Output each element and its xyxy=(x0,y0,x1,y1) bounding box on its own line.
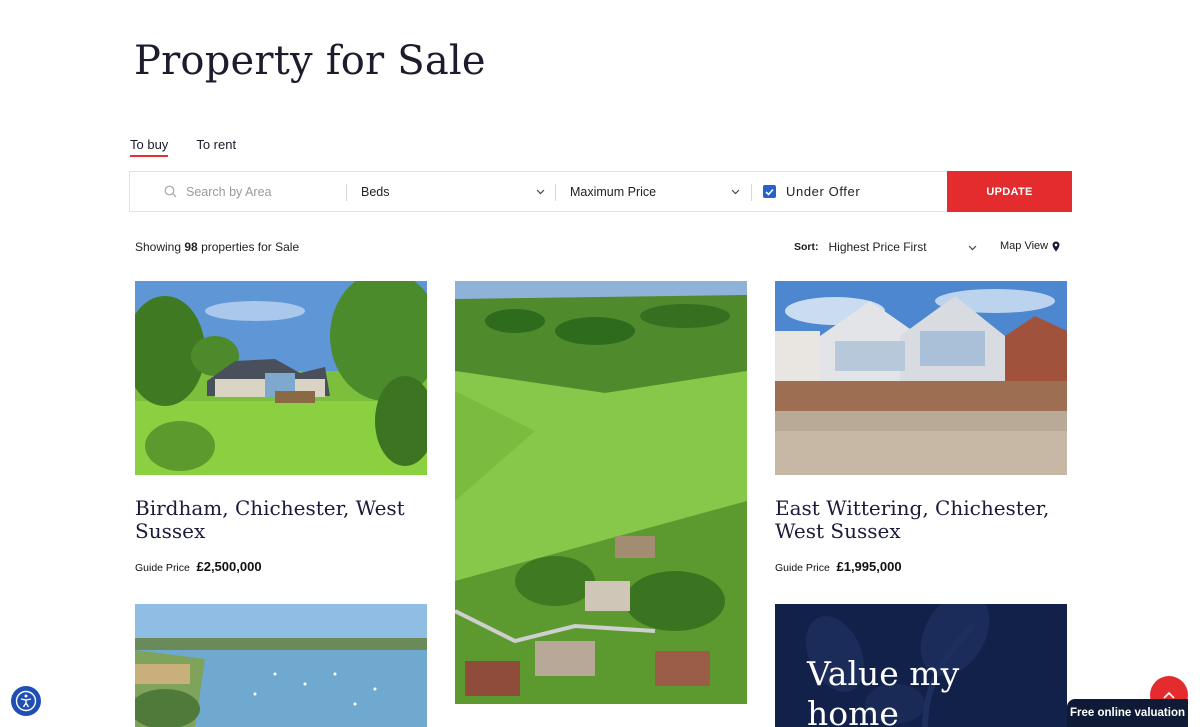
page-title: Property for Sale xyxy=(134,38,486,84)
max-price-select[interactable]: Maximum Price xyxy=(570,172,740,211)
results-number: 98 xyxy=(184,240,198,254)
price-label: Guide Price xyxy=(775,562,830,574)
chevron-down-icon xyxy=(968,245,976,251)
search-bar: Beds Maximum Price Under Offer UPDATE xyxy=(129,171,1072,212)
accessibility-button[interactable] xyxy=(11,686,41,716)
value-my-home-title: Value my home xyxy=(807,654,960,727)
price-value: £1,995,000 xyxy=(836,559,902,574)
listing-price: Guide Price £2,500,000 xyxy=(135,559,262,574)
under-offer-checkbox[interactable] xyxy=(763,185,776,198)
value-my-home-card[interactable]: Value my home xyxy=(775,604,1067,727)
listing-image-east-wittering[interactable] xyxy=(775,281,1067,475)
map-pin-icon xyxy=(1052,241,1060,251)
listing-title[interactable]: Birdham, Chichester, West Sussex xyxy=(135,497,425,543)
check-icon xyxy=(765,188,774,196)
house-photo xyxy=(135,281,427,475)
listing-title[interactable]: East Wittering, Chichester, West Sussex xyxy=(775,497,1065,543)
sort-control: Sort: Highest Price First xyxy=(794,240,977,254)
under-offer-toggle[interactable]: Under Offer xyxy=(763,172,860,211)
divider xyxy=(555,184,556,201)
chevron-down-icon xyxy=(536,189,545,194)
sort-label: Sort: xyxy=(794,241,819,253)
area-search xyxy=(164,172,344,211)
beds-select[interactable]: Beds xyxy=(361,172,545,211)
max-price-label: Maximum Price xyxy=(570,184,657,199)
divider xyxy=(346,184,347,201)
listing-price: Guide Price £1,995,000 xyxy=(775,559,902,574)
listing-image-birdham[interactable] xyxy=(135,281,427,475)
price-label: Guide Price xyxy=(135,562,190,574)
map-view-label: Map View xyxy=(1000,240,1049,252)
free-valuation-button[interactable]: Free online valuation xyxy=(1067,699,1188,727)
sort-select[interactable]: Highest Price First xyxy=(829,240,977,254)
arrow-up-icon xyxy=(1163,691,1175,699)
results-prefix: Showing xyxy=(135,240,182,254)
beds-label: Beds xyxy=(361,184,390,199)
update-button[interactable]: UPDATE xyxy=(947,171,1072,212)
area-search-input[interactable] xyxy=(186,184,336,199)
sort-value: Highest Price First xyxy=(828,240,927,254)
listing-type-tabs: To buy To rent xyxy=(130,137,236,157)
listing-image-aerial[interactable] xyxy=(455,281,747,704)
search-icon xyxy=(164,185,177,198)
results-count: Showing 98 properties for Sale xyxy=(135,240,299,254)
divider xyxy=(751,184,752,201)
tab-to-buy[interactable]: To buy xyxy=(130,137,169,157)
chevron-down-icon xyxy=(731,189,740,194)
accessibility-icon xyxy=(15,690,37,712)
house-photo xyxy=(775,281,1067,475)
tab-to-rent[interactable]: To rent xyxy=(196,137,236,157)
under-offer-label: Under Offer xyxy=(786,184,861,199)
results-suffix: properties for Sale xyxy=(201,240,300,254)
harbour-photo xyxy=(135,604,427,727)
map-view-link[interactable]: Map View xyxy=(1000,240,1060,252)
price-value: £2,500,000 xyxy=(196,559,262,574)
listing-image-harbour[interactable] xyxy=(135,604,427,727)
aerial-photo xyxy=(455,281,747,704)
